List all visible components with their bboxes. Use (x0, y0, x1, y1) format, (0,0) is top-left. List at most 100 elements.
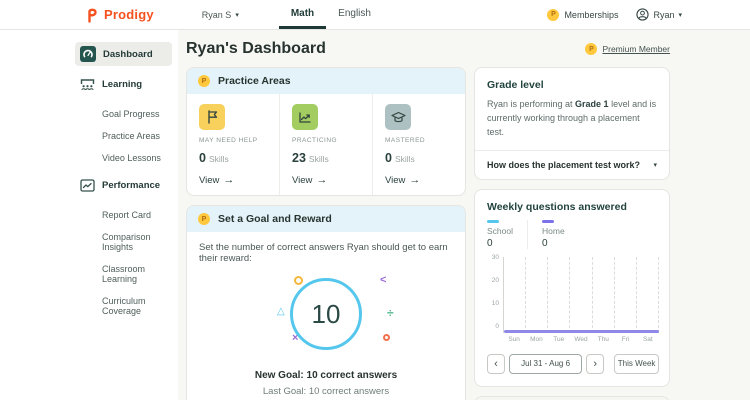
home-legend-swatch (542, 220, 554, 223)
top-header: Prodigy Ryan S ▾ Math English P Membersh… (0, 0, 750, 30)
prodigy-logo[interactable]: Prodigy (85, 0, 154, 29)
practice-areas-card: P Practice Areas (186, 67, 466, 196)
sidebar-item-dashboard[interactable]: Dashboard (75, 42, 172, 66)
sidebar-item-learning[interactable]: Learning (75, 74, 172, 95)
arrow-right-icon: → (223, 174, 234, 186)
sidebar-item-comparison-insights[interactable]: Comparison Insights (75, 226, 172, 258)
x-tick: Sat (637, 336, 659, 343)
grade-text-prefix: Ryan is performing at (487, 99, 575, 109)
practice-areas-header: P Practice Areas (187, 68, 465, 94)
user-avatar-icon (636, 8, 649, 21)
account-dropdown[interactable]: Ryan ▾ (636, 8, 682, 21)
premium-member-link[interactable]: P Premium Member (585, 43, 670, 55)
arrow-right-icon: → (409, 174, 420, 186)
legend-value: 0 (542, 238, 565, 249)
chevron-right-icon: › (593, 358, 597, 370)
sidebar-item-report-card[interactable]: Report Card (75, 204, 172, 226)
sidebar-item-video-lessons[interactable]: Video Lessons (75, 147, 172, 169)
student-select-label: Ryan S (202, 10, 232, 20)
legend-home: Home 0 (527, 220, 579, 249)
legend-value: 0 (487, 238, 513, 249)
sidebar-label: Learning (102, 79, 142, 90)
grade-level-title: Grade level (487, 79, 657, 91)
weekly-title: Weekly questions answered (487, 201, 659, 213)
view-mastered-link[interactable]: View → (385, 174, 453, 186)
new-goal-text: New Goal: 10 correct answers (199, 370, 453, 381)
ring-icon (294, 276, 303, 285)
x-tick: Tue (548, 336, 570, 343)
memberships-label: Memberships (564, 10, 618, 20)
gauge-icon (80, 46, 96, 62)
school-legend-swatch (487, 220, 499, 223)
y-tick: 0 (487, 324, 499, 331)
view-label: View (199, 175, 219, 186)
coin-icon: P (198, 75, 210, 87)
sidebar-item-goal-progress[interactable]: Goal Progress (75, 103, 172, 125)
chart-plot-area (503, 257, 659, 333)
coin-icon: P (198, 213, 210, 225)
practice-category: MASTERED (385, 137, 453, 144)
premium-label: Premium Member (602, 44, 670, 54)
goal-reward-card: P Set a Goal and Reward Set the number o… (186, 205, 466, 400)
legend-label: School (487, 226, 513, 236)
circle-icon (383, 334, 390, 341)
skills-unit: Skills (309, 154, 329, 164)
this-week-button[interactable]: This Week (614, 354, 659, 374)
y-tick: 30 (487, 255, 499, 262)
skills-count: 0 (199, 151, 206, 165)
view-label: View (385, 175, 405, 186)
weekly-questions-card: Weekly questions answered School 0 Home … (474, 189, 670, 387)
subject-tabs: Math English (279, 0, 383, 29)
sidebar-label: Performance (102, 180, 160, 191)
view-may-need-help-link[interactable]: View → (199, 174, 267, 186)
prodigy-p-icon (85, 7, 100, 23)
skills-unit: Skills (395, 154, 415, 164)
x-tick: Sun (503, 336, 525, 343)
tab-english[interactable]: English (326, 0, 383, 29)
view-label: View (292, 175, 312, 186)
goal-value-circle: 10 (290, 278, 362, 350)
caret-down-icon: ▾ (235, 11, 239, 19)
student-select-dropdown[interactable]: Ryan S ▾ (202, 0, 239, 29)
y-tick: 20 (487, 278, 499, 285)
x-tick: Fri (614, 336, 636, 343)
chart-x-axis: Sun Mon Tue Wed Thu Fri Sat (503, 336, 659, 343)
sidebar-item-performance[interactable]: Performance (75, 175, 172, 196)
sidebar-item-practice-areas[interactable]: Practice Areas (75, 125, 172, 147)
grade-value: Grade 1 (575, 99, 609, 109)
arrow-right-icon: → (316, 174, 327, 186)
week-navigation: ‹ Jul 31 - Aug 6 › This Week (487, 354, 659, 374)
caret-down-icon: ▾ (678, 11, 682, 19)
memberships-button[interactable]: P Memberships (547, 9, 618, 21)
goal-instruction: Set the number of correct answers Ryan s… (199, 242, 453, 264)
logo-text: Prodigy (104, 7, 154, 22)
grade-level-text: Ryan is performing at Grade 1 level and … (487, 98, 657, 140)
tab-math[interactable]: Math (279, 0, 326, 29)
prodigy-dashboard-app: Prodigy Ryan S ▾ Math English P Membersh… (0, 0, 750, 400)
weekly-chart: 30 20 10 0 (487, 257, 659, 333)
practice-category: MAY NEED HELP (199, 137, 267, 144)
sidebar-item-classroom-learning[interactable]: Classroom Learning (75, 258, 172, 290)
date-range-button[interactable]: Jul 31 - Aug 6 (509, 354, 582, 374)
view-practicing-link[interactable]: View → (292, 174, 360, 186)
next-week-button[interactable]: › (586, 354, 604, 374)
last-goal-text: Last Goal: 10 correct answers (199, 386, 453, 397)
caret-down-icon: ▾ (653, 161, 657, 169)
skills-unit: Skills (209, 154, 229, 164)
prev-week-button[interactable]: ‹ (487, 354, 505, 374)
practice-col-practicing: PRACTICING 23Skills View→ (279, 94, 372, 195)
chart-legend: School 0 Home 0 (487, 220, 659, 249)
practice-category: PRACTICING (292, 137, 360, 144)
x-tick: Thu (592, 336, 614, 343)
performance-chart-icon (80, 179, 95, 192)
zero-series-line (504, 330, 659, 333)
sidebar-item-curriculum-coverage[interactable]: Curriculum Coverage (75, 290, 172, 322)
grade-level-card: Grade level Ryan is performing at Grade … (474, 67, 670, 180)
skills-count: 0 (385, 151, 392, 165)
chart-y-axis: 30 20 10 0 (487, 257, 503, 333)
main-content: Ryan's Dashboard P Premium Member P Prac… (178, 30, 750, 400)
flag-icon (199, 104, 225, 130)
placement-test-accordion[interactable]: How does the placement test work? ▾ (475, 150, 669, 179)
placement-test-question: How does the placement test work? (487, 160, 640, 170)
practice-col-mastered: MASTERED 0Skills View → (372, 94, 465, 195)
